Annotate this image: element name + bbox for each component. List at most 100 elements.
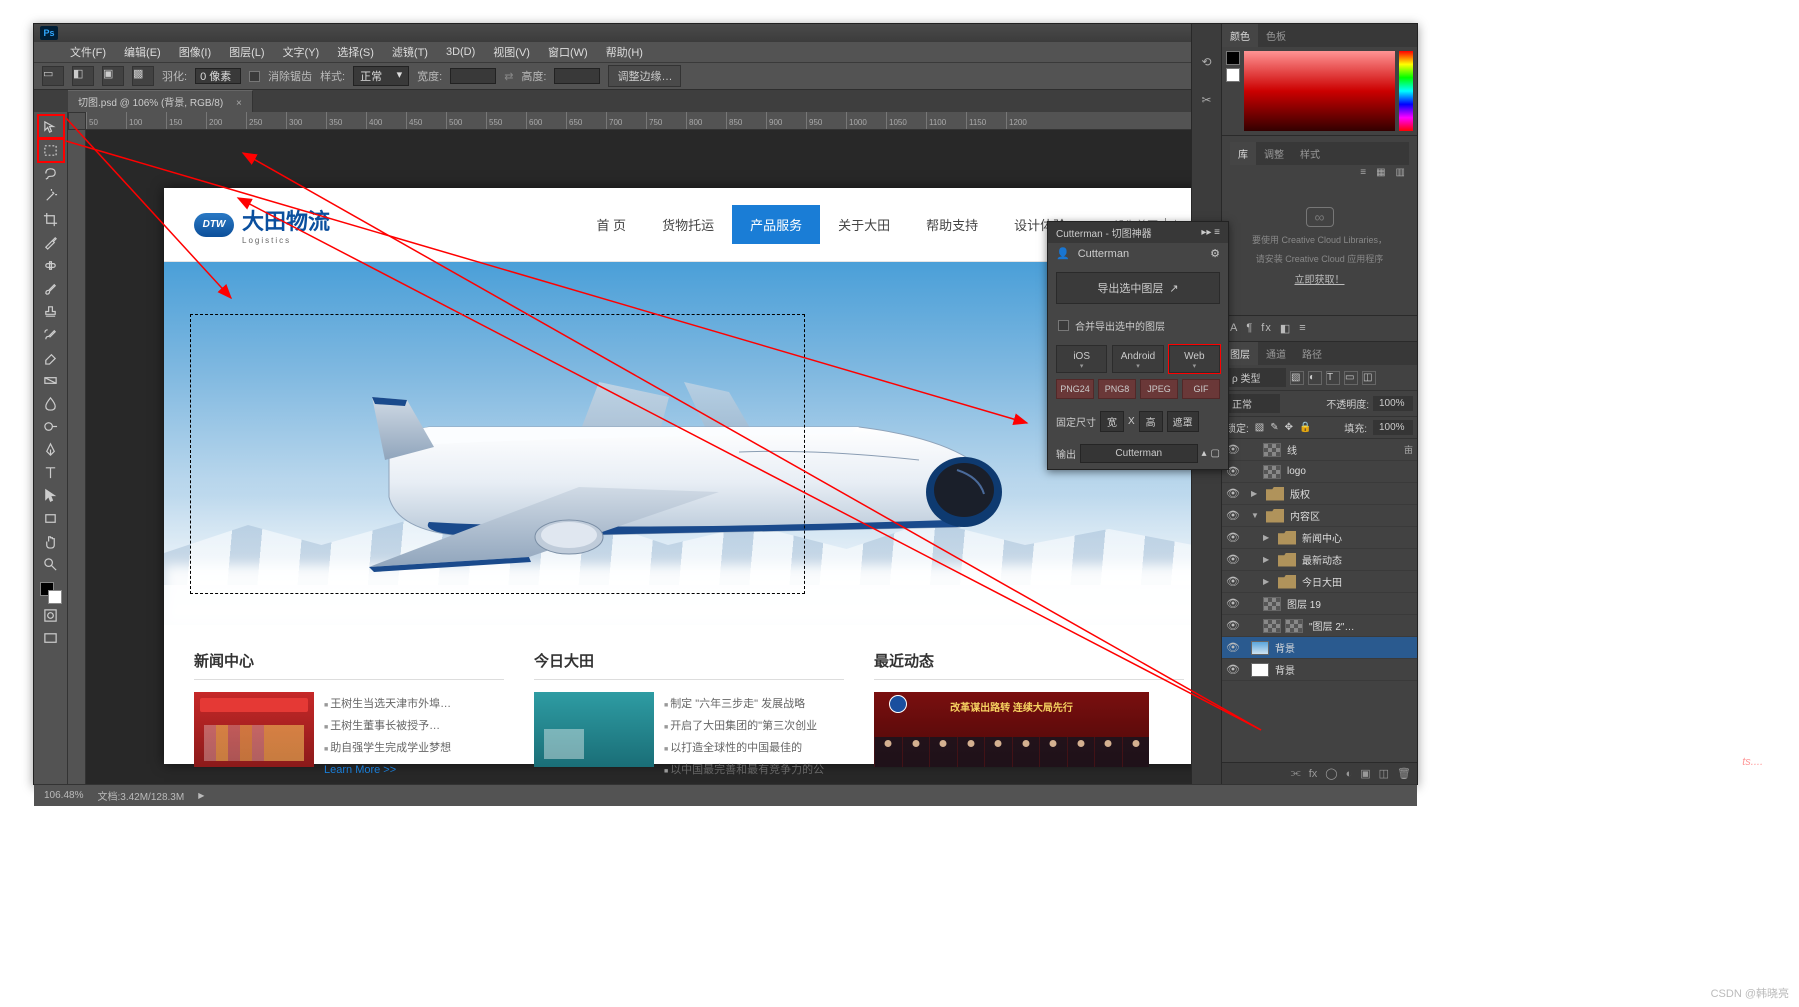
visibility-icon[interactable]: 👁	[1226, 553, 1239, 566]
trash-icon[interactable]: 🗑	[1397, 767, 1411, 780]
lock-paint-icon[interactable]: ✎	[1270, 422, 1278, 433]
menu-file[interactable]: 文件(F)	[62, 42, 114, 62]
gradient-tool[interactable]	[39, 369, 63, 391]
layer-row[interactable]: 👁logo	[1222, 461, 1417, 483]
link-layers-icon[interactable]: ⫘	[1291, 767, 1301, 780]
menu-3d[interactable]: 3D(D)	[438, 44, 483, 60]
disclosure-arrow[interactable]: ▶	[1251, 489, 1260, 498]
filter-text-icon[interactable]: T	[1326, 371, 1340, 385]
layer-row[interactable]: 👁▶最新动态	[1222, 549, 1417, 571]
menu-type[interactable]: 文字(Y)	[275, 42, 328, 62]
layer-row[interactable]: 👁图层 19	[1222, 593, 1417, 615]
path-select-tool[interactable]	[39, 484, 63, 506]
current-tool-icon[interactable]: ▭	[42, 66, 64, 86]
filter-adj-icon[interactable]: ◐	[1308, 371, 1322, 385]
list-item[interactable]: 助自强学生完成学业梦想	[324, 736, 504, 758]
gear-icon[interactable]: ⚙	[1210, 247, 1220, 260]
platform-web[interactable]: Web▾	[1169, 345, 1220, 373]
export-layer-button[interactable]: 导出选中图层↗	[1056, 272, 1220, 304]
stamp-tool[interactable]	[39, 300, 63, 322]
zoom-tool[interactable]	[39, 553, 63, 575]
shape-tool[interactable]	[39, 507, 63, 529]
menu-edit[interactable]: 编辑(E)	[116, 42, 169, 62]
platform-android[interactable]: Android▾	[1112, 345, 1163, 373]
nav-item[interactable]: 关于大田	[820, 205, 908, 244]
ruler-vertical[interactable]	[68, 130, 86, 784]
selection-mode-new[interactable]: ◧	[72, 66, 94, 86]
tab-styles[interactable]: 样式	[1292, 142, 1328, 165]
selection-mode-subtract[interactable]: ▩	[132, 66, 154, 86]
visibility-icon[interactable]: 👁	[1226, 641, 1239, 654]
opacity-value[interactable]: 100%	[1373, 396, 1413, 411]
new-layer-icon[interactable]: ◫	[1379, 767, 1389, 780]
layer-row[interactable]: 👁"图层 2"…	[1222, 615, 1417, 637]
fill-value[interactable]: 100%	[1373, 420, 1413, 435]
layer-row[interactable]: 👁线亩	[1222, 439, 1417, 461]
disclosure-arrow[interactable]: ▶	[1263, 533, 1272, 542]
eraser-tool[interactable]	[39, 346, 63, 368]
move-tool[interactable]	[39, 116, 63, 138]
char-menu[interactable]: ≡	[1299, 322, 1306, 335]
list-item[interactable]: 王树生董事长被授予…	[324, 714, 504, 736]
refine-edge-button[interactable]: 调整边缘…	[608, 65, 681, 87]
width-input[interactable]	[450, 68, 496, 84]
history-panel-icon[interactable]: ⟲	[1198, 54, 1216, 70]
screenmode-tool[interactable]	[39, 627, 63, 649]
list-item[interactable]: 王树生当选天津市外埠…	[324, 692, 504, 714]
output-dropdown[interactable]: Cutterman	[1080, 444, 1198, 463]
group-icon[interactable]: ▣	[1360, 767, 1370, 780]
crop-tool[interactable]	[39, 208, 63, 230]
lib-get-link[interactable]: 立即获取！	[1295, 271, 1345, 286]
text-tool[interactable]	[39, 461, 63, 483]
layer-row[interactable]: 👁背景	[1222, 637, 1417, 659]
marquee-tool[interactable]	[39, 139, 63, 161]
panel-expand-icon[interactable]: ▸▸ ≡	[1201, 227, 1220, 238]
menu-select[interactable]: 选择(S)	[329, 42, 382, 62]
layer-row[interactable]: 👁▶版权	[1222, 483, 1417, 505]
format-gif[interactable]: GIF	[1182, 379, 1220, 399]
ruler-origin[interactable]	[68, 112, 86, 130]
filter-pixel-icon[interactable]: ▧	[1290, 371, 1304, 385]
width-box[interactable]: 宽	[1100, 411, 1124, 432]
tab-swatches[interactable]: 色板	[1258, 24, 1294, 47]
char-mask[interactable]: ◧	[1280, 322, 1291, 335]
nav-item[interactable]: 产品服务	[732, 205, 820, 244]
layer-row[interactable]: 👁▼内容区	[1222, 505, 1417, 527]
list-item[interactable]: 制定 "六年三步走" 发展战略	[664, 692, 844, 714]
visibility-icon[interactable]: 👁	[1226, 663, 1239, 676]
tab-paths[interactable]: 路径	[1294, 342, 1330, 365]
document-tab-close[interactable]: ×	[236, 98, 242, 109]
cutterman-panel[interactable]: Cutterman - 切图神器 ▸▸ ≡ 👤 Cutterman ⚙ 导出选中…	[1047, 221, 1229, 470]
char-para[interactable]: ¶	[1246, 322, 1253, 335]
visibility-icon[interactable]: 👁	[1226, 531, 1239, 544]
selection-mode-add[interactable]: ▣	[102, 66, 124, 86]
menu-image[interactable]: 图像(I)	[171, 42, 219, 62]
lasso-tool[interactable]	[39, 162, 63, 184]
antialias-checkbox[interactable]	[249, 71, 260, 82]
format-jpeg[interactable]: JPEG	[1140, 379, 1178, 399]
eyedropper-tool[interactable]	[39, 231, 63, 253]
fx-icon[interactable]: fx	[1309, 768, 1318, 780]
height-box[interactable]: 高	[1139, 411, 1163, 432]
adj-layer-icon[interactable]: ◐	[1346, 768, 1353, 780]
visibility-icon[interactable]: 👁	[1226, 575, 1239, 588]
filter-shape-icon[interactable]: ▭	[1344, 371, 1358, 385]
hand-tool[interactable]	[39, 530, 63, 552]
menu-view[interactable]: 视图(V)	[485, 42, 538, 62]
lock-all-icon[interactable]: 🔒	[1299, 422, 1311, 433]
quickmask-tool[interactable]	[39, 604, 63, 626]
menu-layer[interactable]: 图层(L)	[221, 42, 272, 62]
dodge-tool[interactable]	[39, 415, 63, 437]
filter-kind[interactable]: ρ 类型	[1226, 368, 1286, 387]
list-item[interactable]: 开启了大田集团的"第三次创业	[664, 714, 844, 736]
layer-row[interactable]: 👁▶新闻中心	[1222, 527, 1417, 549]
merge-checkbox[interactable]	[1058, 320, 1069, 331]
menu-filter[interactable]: 滤镜(T)	[384, 42, 436, 62]
output-folder-icon[interactable]: ▢	[1211, 448, 1220, 459]
disclosure-arrow[interactable]: ▼	[1251, 511, 1260, 520]
nav-item[interactable]: 帮助支持	[908, 205, 996, 244]
layers-list[interactable]: 👁线亩👁logo👁▶版权👁▼内容区👁▶新闻中心👁▶最新动态👁▶今日大田👁图层 1…	[1222, 439, 1417, 762]
tab-channels[interactable]: 通道	[1258, 342, 1294, 365]
zoom-level[interactable]: 106.48%	[44, 790, 83, 801]
nav-item[interactable]: 首 页	[578, 205, 644, 244]
